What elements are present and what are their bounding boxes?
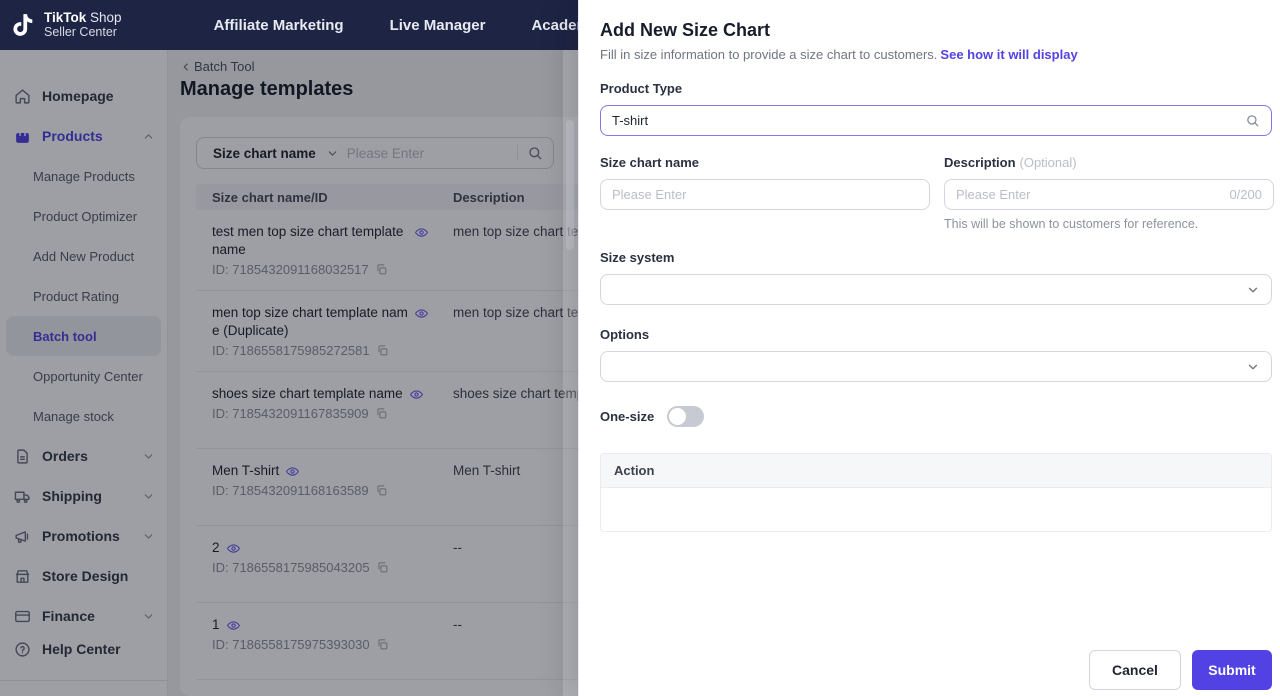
description-label: Description (Optional) (944, 155, 1274, 170)
nav-live-manager[interactable]: Live Manager (390, 17, 486, 34)
size-chart-name-field (600, 179, 930, 210)
size-system-select[interactable] (600, 274, 1272, 305)
one-size-row: One-size (600, 406, 1272, 427)
description-char-counter: 0/200 (1229, 187, 1262, 202)
cancel-button[interactable]: Cancel (1089, 650, 1181, 690)
drawer-title: Add New Size Chart (600, 20, 771, 40)
toggle-knob (669, 408, 687, 425)
size-table-empty-row (601, 488, 1271, 531)
description-input[interactable] (956, 187, 1222, 202)
one-size-toggle[interactable] (667, 406, 705, 427)
product-type-input[interactable] (612, 113, 1245, 128)
product-type-label: Product Type (600, 81, 683, 96)
search-icon[interactable] (1245, 113, 1260, 128)
page-scrollbar-thumb[interactable] (566, 120, 574, 250)
topnav-menu: Affiliate Marketing Live Manager Academy (214, 17, 599, 34)
action-column-header: Action (601, 454, 1271, 488)
logo-primary-2: Shop (90, 9, 122, 25)
chevron-down-icon (1248, 364, 1258, 369)
logo-primary: TikTok (44, 9, 87, 25)
add-size-chart-drawer: Add New Size Chart Fill in size informat… (578, 0, 1280, 696)
chevron-down-icon (1248, 287, 1258, 292)
tiktok-shop-logo[interactable]: TikTok Shop Seller Center (10, 9, 122, 40)
nav-affiliate-marketing[interactable]: Affiliate Marketing (214, 17, 344, 34)
size-chart-name-label: Size chart name (600, 155, 699, 170)
drawer-subtitle-text: Fill in size information to provide a si… (600, 47, 938, 62)
drawer-subtitle: Fill in size information to provide a si… (600, 47, 1272, 62)
product-type-field (600, 105, 1272, 136)
one-size-label: One-size (600, 409, 655, 424)
description-field: 0/200 (944, 179, 1274, 210)
tiktok-note-icon (13, 14, 33, 36)
size-rows-table: Action (600, 453, 1272, 532)
see-how-display-link[interactable]: See how it will display (940, 47, 1077, 62)
options-select[interactable] (600, 351, 1272, 382)
size-chart-name-input[interactable] (612, 187, 918, 202)
submit-button[interactable]: Submit (1192, 650, 1272, 690)
drawer-footer: Cancel Submit (600, 640, 1272, 690)
description-label-text: Description (944, 155, 1016, 170)
app-window: TikTok Shop Seller Center Affiliate Mark… (0, 0, 1280, 696)
size-system-label: Size system (600, 250, 675, 265)
options-label: Options (600, 327, 650, 342)
page-scrollbar[interactable] (563, 50, 578, 696)
logo-secondary: Seller Center (44, 24, 117, 39)
description-optional-text: (Optional) (1019, 155, 1077, 170)
description-helper-text: This will be shown to customers for refe… (944, 217, 1199, 231)
logo-text: TikTok Shop Seller Center (44, 9, 122, 40)
